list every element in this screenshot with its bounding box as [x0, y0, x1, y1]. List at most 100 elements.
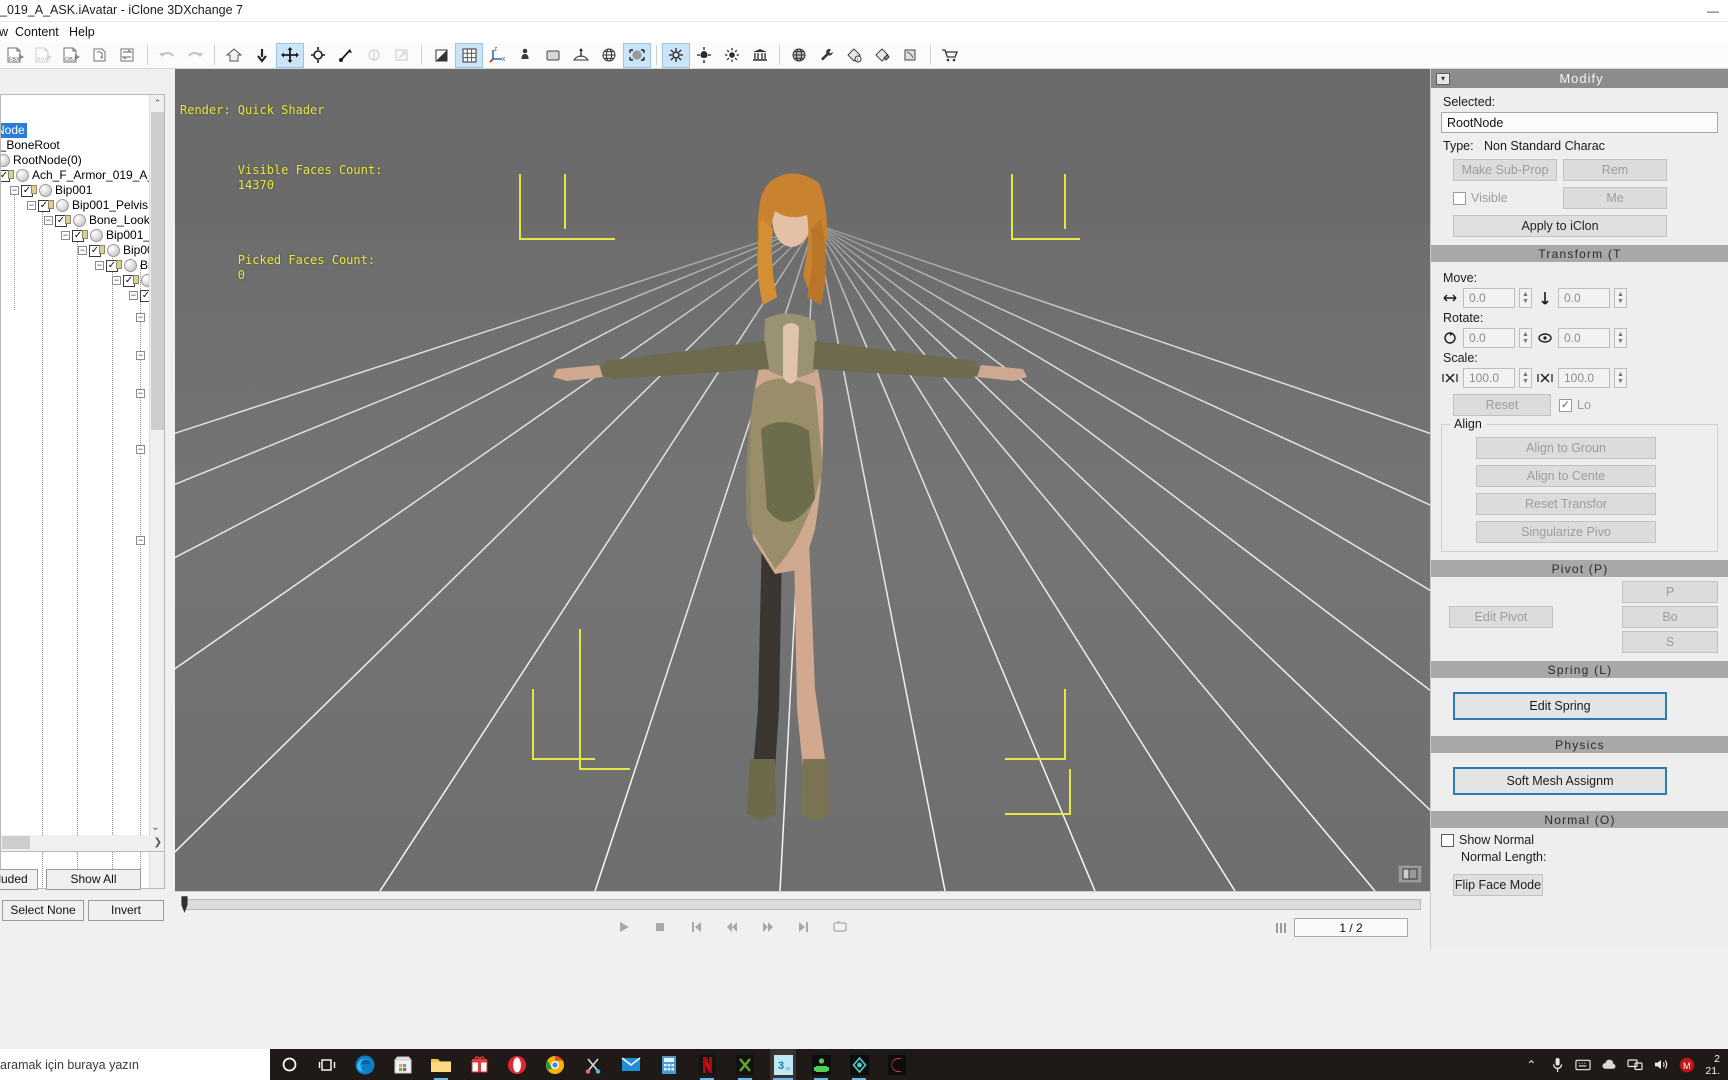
spotlight-button[interactable] [690, 43, 718, 68]
tray-keyboard-icon[interactable] [1575, 1049, 1591, 1080]
tree-node-child-12[interactable]: − [136, 442, 145, 457]
taskbar-calculator-icon[interactable] [656, 1049, 682, 1080]
minimize-button[interactable]: — [1698, 0, 1728, 22]
import-model-button[interactable] [86, 43, 114, 68]
timeline-playhead[interactable] [181, 894, 188, 915]
edit-pivot-button[interactable]: Edit Pivot [1449, 606, 1553, 628]
scale-y-field[interactable]: 100.0 [1558, 368, 1610, 388]
tree-node-child-9[interactable]: − [136, 310, 145, 325]
expander-icon[interactable]: − [136, 351, 145, 360]
remove-button[interactable]: Rem [1563, 159, 1667, 181]
prev-frame-button[interactable] [723, 918, 741, 936]
align-to-center-button[interactable]: Align to Cente [1476, 465, 1656, 487]
tray-network-icon[interactable] [1627, 1049, 1643, 1080]
light-tool-button[interactable] [662, 43, 690, 68]
tray-cloud-icon[interactable] [1601, 1049, 1617, 1080]
show-globe-button[interactable] [595, 43, 623, 68]
node-checkbox[interactable] [55, 215, 67, 227]
show-character-button[interactable] [511, 43, 539, 68]
edit-spring-button[interactable]: Edit Spring [1453, 692, 1667, 720]
soft-mesh-assignment-button[interactable]: Soft Mesh Assignm [1453, 767, 1667, 795]
move-down-button[interactable] [248, 43, 276, 68]
tree-node-bone-lookat[interactable]: − Bone_LookAt [44, 213, 161, 228]
select-none-button[interactable]: Select None [2, 900, 84, 921]
expander-icon[interactable]: − [78, 246, 87, 255]
timeline-grip-icon[interactable] [1274, 921, 1288, 935]
first-frame-button[interactable] [687, 918, 705, 936]
expander-icon[interactable]: − [112, 276, 121, 285]
expander-icon[interactable]: − [44, 216, 53, 225]
node-checkbox[interactable] [21, 185, 33, 197]
show-selection-button[interactable] [623, 43, 651, 68]
tools-button[interactable] [813, 43, 841, 68]
export-bvh-button[interactable]: BVH [30, 43, 58, 68]
tree-node-bip001[interactable]: − Bip001 [10, 183, 92, 198]
singularize-pivot-button[interactable]: Singularize Pivo [1476, 521, 1656, 543]
taskbar-app-teal-icon[interactable] [846, 1049, 872, 1080]
scroll-up-arrow[interactable]: ⌃ [150, 95, 165, 111]
reset-button[interactable]: Reset [1453, 394, 1551, 416]
home-view-button[interactable] [220, 43, 248, 68]
expander-icon[interactable]: − [10, 186, 19, 195]
taskbar-app-green-icon[interactable] [808, 1049, 834, 1080]
taskbar-task-view-icon[interactable] [314, 1049, 340, 1080]
panel-dropdown-icon[interactable]: ▾ [1436, 73, 1450, 85]
taskbar-opera-icon[interactable] [504, 1049, 530, 1080]
rotate-x-field[interactable]: 0.0 [1463, 328, 1515, 348]
flip-face-mode-button[interactable]: Flip Face Mode [1453, 874, 1543, 896]
show-all-button[interactable]: Show All [46, 869, 141, 890]
sunlight-button[interactable] [718, 43, 746, 68]
expander-icon[interactable]: − [27, 201, 36, 210]
expander-icon[interactable]: − [129, 291, 138, 300]
redo-button[interactable] [181, 43, 209, 68]
pivot-button-3[interactable]: S [1622, 631, 1718, 653]
invert-button[interactable]: Invert [88, 900, 164, 921]
lock-checkbox[interactable]: Lo [1559, 398, 1591, 412]
selected-node-field[interactable]: RootNode [1441, 112, 1718, 133]
select-mode-button[interactable] [360, 43, 388, 68]
node-checkbox[interactable] [38, 200, 50, 212]
scale-x-field[interactable]: 100.0 [1463, 368, 1515, 388]
scroll-right-arrow[interactable]: ❯ [154, 835, 162, 850]
expander-icon[interactable]: − [136, 445, 145, 454]
menu-help[interactable]: Help [62, 24, 102, 41]
show-axis-button[interactable]: ZX [483, 43, 511, 68]
section-header-normal[interactable]: Normal (O) [1431, 811, 1728, 828]
taskbar-excel-icon[interactable] [732, 1049, 758, 1080]
node-checkbox[interactable] [0, 170, 10, 182]
align-to-ground-button[interactable]: Align to Groun [1476, 437, 1656, 459]
rotate-y-spinner[interactable]: ▲▼ [1614, 328, 1627, 348]
taskbar-snip-icon[interactable] [580, 1049, 606, 1080]
expander-icon[interactable]: − [136, 536, 145, 545]
rotate-x-spinner[interactable]: ▲▼ [1519, 328, 1532, 348]
toggle-wireframe-button[interactable] [427, 43, 455, 68]
node-checkbox[interactable] [106, 260, 118, 272]
move-y-field[interactable]: 0.0 [1558, 288, 1610, 308]
frame-counter-field[interactable]: 1 / 2 [1294, 918, 1408, 937]
taskbar-cortana-icon[interactable] [276, 1049, 302, 1080]
loop-button[interactable] [831, 918, 849, 936]
stop-button[interactable] [651, 918, 669, 936]
taskbar-3dxchange-icon[interactable]: 3xc [770, 1049, 796, 1080]
pivot-button-2[interactable]: Bo [1622, 606, 1718, 628]
tree-node-child-13[interactable]: − [136, 533, 145, 548]
tray-mcafee-icon[interactable]: M [1679, 1049, 1695, 1080]
taskbar-netflix-icon[interactable] [694, 1049, 720, 1080]
node-checkbox[interactable] [123, 275, 135, 287]
tray-volume-icon[interactable] [1653, 1049, 1669, 1080]
undo-button[interactable] [153, 43, 181, 68]
taskbar-search-box[interactable]: aramak için buraya yazın [0, 1049, 270, 1080]
tree-node-armor[interactable]: Ach_F_Armor_019_A_ASK [0, 168, 165, 183]
pivot-button-1[interactable]: P [1622, 581, 1718, 603]
next-frame-button[interactable] [759, 918, 777, 936]
tree-node-pelvis[interactable]: − Bip001_Pelvis [27, 198, 148, 213]
taskbar-mail-icon[interactable] [618, 1049, 644, 1080]
scroll-down-arrow[interactable]: ⌄ [148, 819, 163, 835]
translate-tool-button[interactable] [276, 43, 304, 68]
section-header-spring[interactable]: Spring (L) [1431, 661, 1728, 678]
tree-horizontal-scrollbar[interactable]: ❯ [0, 835, 165, 852]
store-button[interactable] [936, 43, 964, 68]
move-x-spinner[interactable]: ▲▼ [1519, 288, 1532, 308]
tray-microphone-icon[interactable] [1549, 1049, 1565, 1080]
show-plane-button[interactable] [539, 43, 567, 68]
